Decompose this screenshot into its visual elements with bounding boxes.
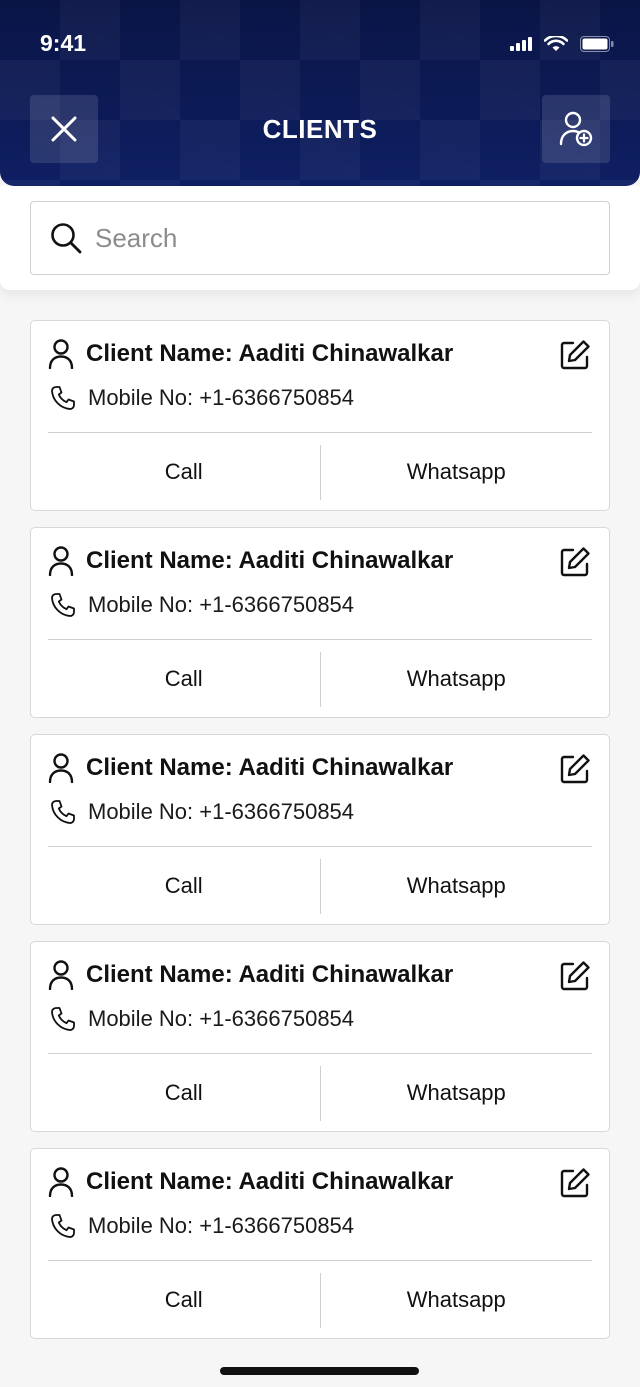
client-card: Client Name: Aaditi Chinawalkar Mobile N… bbox=[30, 734, 610, 925]
home-indicator bbox=[220, 1367, 419, 1375]
status-icons bbox=[510, 36, 614, 52]
person-icon bbox=[48, 753, 74, 783]
client-mobile: Mobile No: +1-6366750854 bbox=[88, 385, 355, 410]
search-box[interactable] bbox=[30, 201, 610, 275]
client-name-row: Client Name: Aaditi Chinawalkar bbox=[48, 753, 453, 783]
client-mobile-row: Mobile No: +1-6366750854 bbox=[50, 1213, 354, 1239]
client-mobile-row: Mobile No: +1-6366750854 bbox=[50, 1006, 354, 1032]
person-icon bbox=[48, 960, 74, 990]
wifi-icon bbox=[544, 36, 568, 51]
client-mobile: Mobile No: +1-6366750854 bbox=[88, 799, 355, 824]
person-icon bbox=[48, 546, 74, 576]
card-actions: Call Whatsapp bbox=[48, 433, 592, 510]
call-button[interactable]: Call bbox=[48, 433, 320, 510]
edit-icon[interactable] bbox=[559, 753, 591, 785]
phone-icon bbox=[51, 1007, 75, 1031]
client-card: Client Name: Aaditi Chinawalkar Mobile N… bbox=[30, 320, 610, 511]
client-name: Client Name: Aaditi Chinawalkar bbox=[86, 547, 454, 574]
whatsapp-button[interactable]: Whatsapp bbox=[321, 1054, 593, 1131]
person-icon bbox=[48, 1167, 74, 1197]
whatsapp-button[interactable]: Whatsapp bbox=[321, 640, 593, 717]
client-mobile-row: Mobile No: +1-6366750854 bbox=[50, 799, 354, 825]
call-button[interactable]: Call bbox=[48, 1261, 320, 1338]
client-name-row: Client Name: Aaditi Chinawalkar bbox=[48, 339, 453, 369]
client-name: Client Name: Aaditi Chinawalkar bbox=[86, 961, 454, 988]
edit-icon[interactable] bbox=[559, 339, 591, 371]
client-mobile: Mobile No: +1-6366750854 bbox=[88, 1006, 355, 1031]
card-actions: Call Whatsapp bbox=[48, 1054, 592, 1131]
call-button[interactable]: Call bbox=[48, 847, 320, 924]
client-name-row: Client Name: Aaditi Chinawalkar bbox=[48, 1167, 453, 1197]
client-card: Client Name: Aaditi Chinawalkar Mobile N… bbox=[30, 527, 610, 718]
client-name: Client Name: Aaditi Chinawalkar bbox=[86, 1168, 454, 1195]
search-input[interactable] bbox=[95, 222, 555, 254]
client-mobile: Mobile No: +1-6366750854 bbox=[88, 1213, 355, 1238]
search-icon bbox=[51, 223, 82, 254]
phone-icon bbox=[51, 1214, 75, 1238]
search-panel bbox=[0, 186, 640, 290]
card-actions: Call Whatsapp bbox=[48, 847, 592, 924]
card-actions: Call Whatsapp bbox=[48, 1261, 592, 1338]
client-mobile-row: Mobile No: +1-6366750854 bbox=[50, 592, 354, 618]
phone-icon bbox=[51, 593, 75, 617]
app-header: 9:41 CLIENTS bbox=[0, 0, 640, 186]
client-name-row: Client Name: Aaditi Chinawalkar bbox=[48, 546, 453, 576]
client-name: Client Name: Aaditi Chinawalkar bbox=[86, 754, 454, 781]
whatsapp-button[interactable]: Whatsapp bbox=[321, 433, 593, 510]
client-name: Client Name: Aaditi Chinawalkar bbox=[86, 340, 454, 367]
battery-icon bbox=[580, 36, 614, 52]
add-user-icon bbox=[559, 111, 593, 147]
call-button[interactable]: Call bbox=[48, 1054, 320, 1131]
add-client-button[interactable] bbox=[542, 95, 610, 163]
edit-icon[interactable] bbox=[559, 546, 591, 578]
client-card: Client Name: Aaditi Chinawalkar Mobile N… bbox=[30, 941, 610, 1132]
edit-icon[interactable] bbox=[559, 960, 591, 992]
phone-icon bbox=[51, 386, 75, 410]
whatsapp-button[interactable]: Whatsapp bbox=[321, 847, 593, 924]
client-mobile: Mobile No: +1-6366750854 bbox=[88, 592, 355, 617]
client-mobile-row: Mobile No: +1-6366750854 bbox=[50, 385, 354, 411]
client-card: Client Name: Aaditi Chinawalkar Mobile N… bbox=[30, 1148, 610, 1339]
whatsapp-button[interactable]: Whatsapp bbox=[321, 1261, 593, 1338]
person-icon bbox=[48, 339, 74, 369]
card-actions: Call Whatsapp bbox=[48, 640, 592, 717]
client-name-row: Client Name: Aaditi Chinawalkar bbox=[48, 960, 453, 990]
signal-icon bbox=[510, 37, 532, 51]
status-time: 9:41 bbox=[40, 30, 87, 56]
phone-icon bbox=[51, 800, 75, 824]
client-list: Client Name: Aaditi Chinawalkar Mobile N… bbox=[30, 320, 610, 1355]
edit-icon[interactable] bbox=[559, 1167, 591, 1199]
call-button[interactable]: Call bbox=[48, 640, 320, 717]
